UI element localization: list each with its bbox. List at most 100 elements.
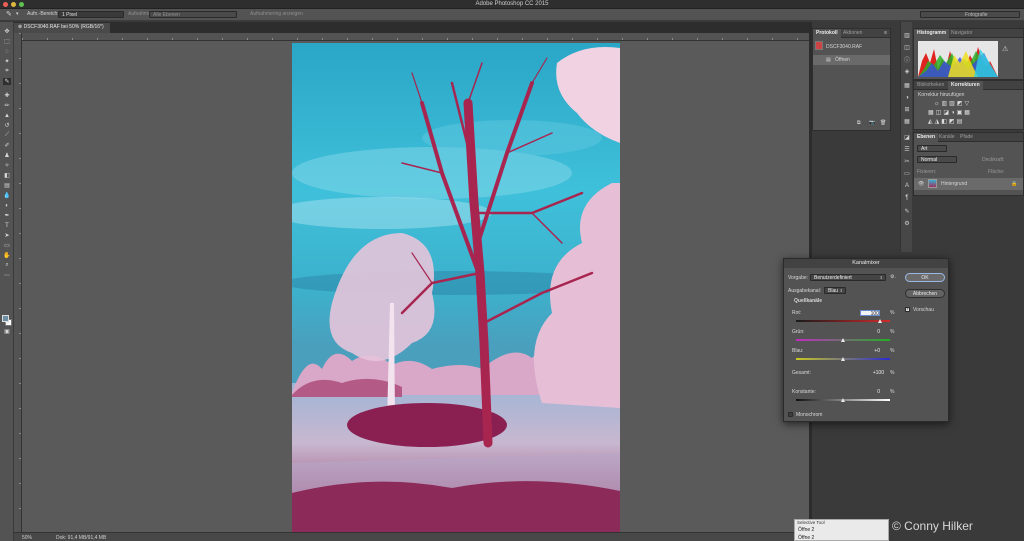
tab-adjustments[interactable]: Korrekturen — [948, 81, 983, 90]
new-document-from-state-icon[interactable]: ⧉ — [857, 120, 861, 126]
styles-panel-icon[interactable]: ⊞ — [903, 106, 911, 113]
tool-presets-panel-icon[interactable]: ✎ — [903, 208, 911, 215]
properties-panel-icon[interactable]: ▭ — [903, 170, 911, 177]
type-tool-icon[interactable]: T — [3, 222, 11, 229]
libraries-panel-icon[interactable]: ▦ — [903, 82, 911, 89]
monochrome-checkbox[interactable] — [788, 412, 793, 417]
tab-paths[interactable]: Pfade — [957, 133, 976, 142]
red-channel-slider[interactable] — [796, 320, 890, 322]
sample-layers-select[interactable]: Alle Ebenen — [149, 11, 237, 18]
foreground-color-swatch[interactable] — [2, 315, 9, 322]
magic-icon[interactable]: ✧ — [3, 162, 11, 169]
brush-panel-icon[interactable]: A — [903, 182, 911, 189]
eyedropper-tool-icon[interactable]: ✎ — [6, 10, 12, 18]
lock-icon: 🔒 — [1011, 181, 1018, 187]
blur-tool-icon[interactable]: 💧 — [3, 192, 11, 199]
preset-options-icon[interactable]: ⚙. — [890, 274, 896, 280]
adjustment-icons-row-1[interactable]: ☼▥▨◩▽ — [934, 100, 971, 107]
shape-tool-icon[interactable]: ▭ — [3, 242, 11, 249]
clone-source-panel-icon[interactable]: ¶ — [903, 194, 911, 201]
panel-menu-icon[interactable]: ≡ — [884, 30, 887, 36]
green-channel-slider-thumb[interactable] — [840, 338, 845, 342]
blue-channel-label: Blau: — [792, 348, 804, 354]
stamp-icon[interactable]: ♟ — [3, 152, 11, 159]
pencil-icon[interactable]: ✐ — [3, 142, 11, 149]
ok-button[interactable]: OK — [905, 273, 945, 282]
constant-slider-thumb[interactable] — [840, 398, 845, 402]
history-item[interactable]: Öffnen ▤ — [813, 55, 890, 65]
histogram-panel-icon[interactable]: ▥ — [903, 32, 911, 39]
snapshot-thumbnail[interactable] — [815, 41, 823, 50]
constant-value[interactable]: 0 — [860, 389, 880, 395]
gradient-tool-icon[interactable]: ▤ — [3, 182, 11, 189]
quick-selection-tool-icon[interactable]: ✦ — [3, 58, 11, 65]
brush-tool-icon[interactable]: ✏ — [3, 102, 11, 109]
tab-history[interactable]: Protokoll — [813, 29, 841, 38]
path-selection-icon[interactable]: ➤ — [3, 232, 11, 239]
adjustment-icons-row-2[interactable]: ▦◫◪◑▣▦ — [928, 109, 972, 116]
info-panel-icon[interactable]: ⓘ — [903, 56, 911, 64]
preview-checkbox[interactable] — [905, 306, 910, 312]
marquee-tool-icon[interactable]: ⬚ — [3, 38, 11, 45]
color-panel-icon[interactable]: ◈ — [903, 68, 911, 75]
tab-layers[interactable]: Ebenen — [914, 133, 939, 142]
green-channel-value[interactable]: 0 — [860, 329, 880, 335]
floating-panel-row[interactable]: Öffne 2 — [798, 527, 814, 533]
brush-alt-icon[interactable]: ⟋ — [3, 132, 11, 139]
monochrome-label: Monochrom — [796, 412, 823, 418]
navigator-panel-icon[interactable]: ◫ — [903, 44, 911, 51]
warning-icon[interactable]: ⚠ — [1002, 45, 1008, 53]
layer-filter-select[interactable]: Art — [917, 145, 947, 152]
output-channel-select[interactable]: Blau ⇕ — [824, 287, 846, 294]
layer-row[interactable]: 👁 Hintergrund 🔒 — [914, 178, 1023, 190]
tab-histogram[interactable]: Histogramm — [914, 29, 950, 38]
histogram-panel: Histogramm Navigator ⚠ — [913, 28, 1024, 80]
zoom-tool-icon[interactable]: ⌕ — [3, 262, 11, 269]
history-brush-icon[interactable]: ↺ — [3, 122, 11, 129]
zoom-level[interactable]: 50% — [22, 535, 32, 541]
channels-panel-icon[interactable]: ☰ — [903, 146, 911, 153]
crop-tool-icon[interactable]: ⌗ — [3, 68, 11, 75]
screen-mode-icon[interactable]: ▣ — [3, 328, 11, 335]
layers-panel-icon[interactable]: ◪ — [903, 134, 911, 141]
snapshot-name[interactable]: DSCF3040.RAF — [826, 44, 862, 50]
blue-channel-value[interactable]: +0 — [860, 348, 880, 354]
more-tools-icon[interactable]: ⋯ — [3, 272, 11, 279]
swatches-panel-icon[interactable]: ▦ — [903, 118, 911, 125]
floating-panel-row[interactable]: Öffne 2 — [798, 535, 814, 541]
lasso-tool-icon[interactable]: ◌ — [3, 48, 11, 55]
visibility-eye-icon[interactable]: 👁 — [918, 181, 924, 187]
infrared-photo[interactable] — [292, 43, 620, 534]
new-snapshot-icon[interactable]: 📷 — [869, 120, 875, 126]
document-tab[interactable]: ⊗ DSCF3040.RAF bei 50% (RGB/16*) — [14, 23, 110, 33]
preset-select[interactable]: Benutzerdefiniert ⇕ — [810, 274, 886, 281]
tab-channels[interactable]: Kanäle — [936, 133, 958, 142]
show-sampling-ring-checkbox[interactable]: Aufnahmering anzeigen — [250, 11, 303, 17]
tab-actions[interactable]: Aktionen — [840, 29, 865, 38]
adjustment-icons-row-3[interactable]: ◭◮◧◩▤ — [928, 118, 964, 125]
tool-preset-arrow-icon[interactable]: ▾ — [16, 11, 19, 17]
hand-tool-icon[interactable]: ✋ — [3, 252, 11, 259]
red-channel-value[interactable]: 100 — [860, 310, 880, 317]
total-label: Gesamt: — [792, 370, 811, 376]
cancel-button[interactable]: Abbrechen — [905, 289, 945, 298]
blend-mode-select[interactable]: Normal — [917, 156, 957, 163]
tab-libraries[interactable]: Bibliotheken — [914, 81, 947, 90]
adjustments-panel-icon[interactable]: ◑ — [903, 94, 911, 101]
paths-panel-icon[interactable]: ✂ — [903, 158, 911, 165]
eraser-tool-icon[interactable]: ◧ — [3, 172, 11, 179]
clone-stamp-icon[interactable]: ▲ — [3, 112, 11, 119]
healing-brush-icon[interactable]: ✚ — [3, 92, 11, 99]
delete-state-icon[interactable]: 🗑 — [880, 120, 886, 126]
workspace-select[interactable]: Fotografie — [920, 11, 1020, 18]
document-size[interactable]: Dok: 91,4 MB/91,4 MB — [56, 535, 106, 541]
move-tool-icon[interactable]: ✥ — [3, 28, 11, 35]
red-channel-slider-thumb[interactable] — [878, 319, 883, 323]
settings-icon[interactable]: ⚙ — [903, 220, 911, 227]
blue-channel-slider-thumb[interactable] — [840, 357, 845, 361]
pen-tool-icon[interactable]: ✒ — [3, 212, 11, 219]
sample-size-select[interactable]: 1 Pixel — [58, 11, 124, 18]
dodge-tool-icon[interactable]: ◐ — [3, 202, 11, 209]
eyedropper-tool-icon[interactable]: ✎ — [3, 78, 11, 85]
tab-navigator[interactable]: Navigator — [948, 29, 975, 38]
